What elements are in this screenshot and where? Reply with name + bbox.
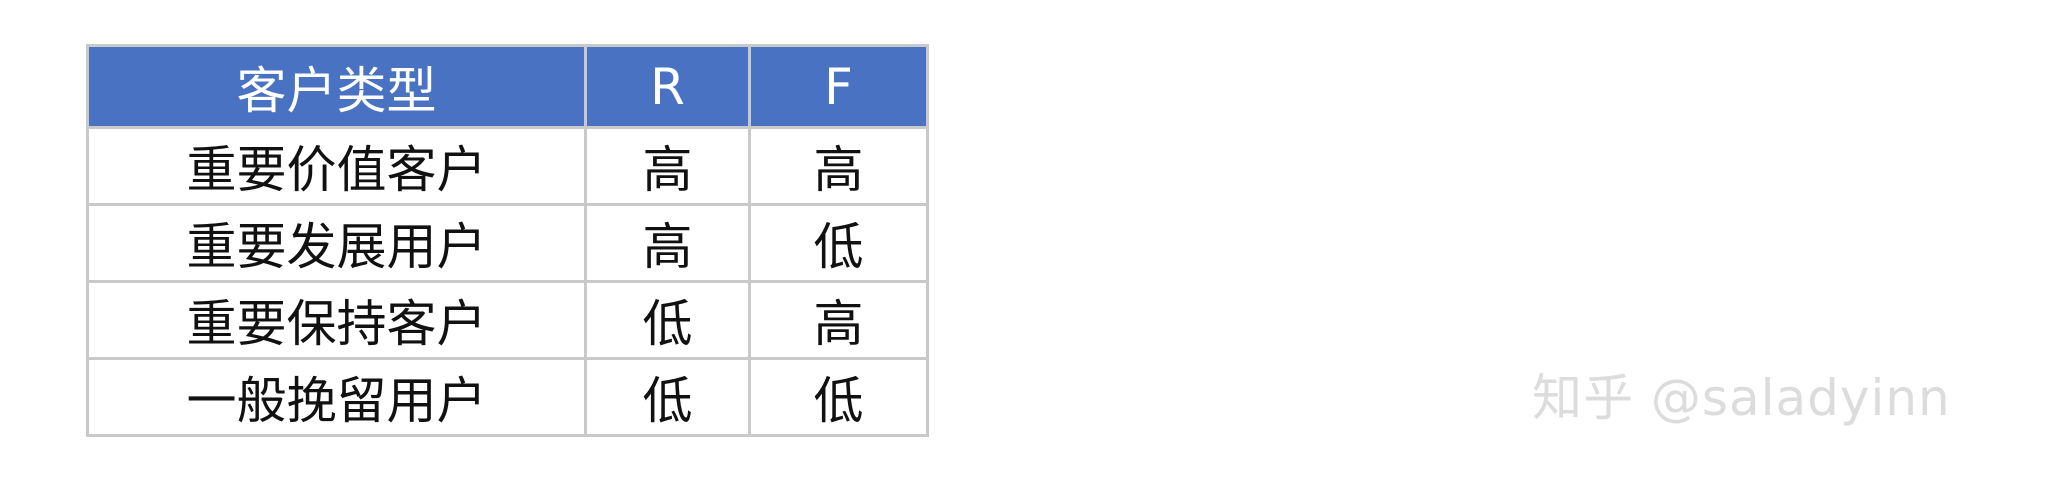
customer-segment-table-container: 客户类型 R F 重要价值客户 高 高 重要发展用户 高 低 重要保持客户 低 … [86,44,929,437]
cell-r: 高 [584,126,751,206]
header-r: R [584,44,751,129]
cell-customer-type: 重要价值客户 [86,126,587,206]
header-f: F [748,44,929,129]
header-customer-type: 客户类型 [86,44,587,129]
cell-f: 低 [748,357,929,437]
cell-r: 高 [584,203,751,283]
cell-customer-type: 重要发展用户 [86,203,587,283]
table-header-row: 客户类型 R F [86,44,929,129]
table-row: 重要保持客户 低 高 [86,280,929,360]
cell-r: 低 [584,280,751,360]
table-row: 一般挽留用户 低 低 [86,357,929,437]
table-row: 重要价值客户 高 高 [86,126,929,206]
cell-r: 低 [584,357,751,437]
cell-customer-type: 一般挽留用户 [86,357,587,437]
zhihu-watermark: 知乎 @saladyinn [1532,369,1951,427]
cell-customer-type: 重要保持客户 [86,280,587,360]
cell-f: 高 [748,126,929,206]
table-row: 重要发展用户 高 低 [86,203,929,283]
customer-segment-table: 客户类型 R F 重要价值客户 高 高 重要发展用户 高 低 重要保持客户 低 … [86,44,929,437]
cell-f: 低 [748,203,929,283]
cell-f: 高 [748,280,929,360]
